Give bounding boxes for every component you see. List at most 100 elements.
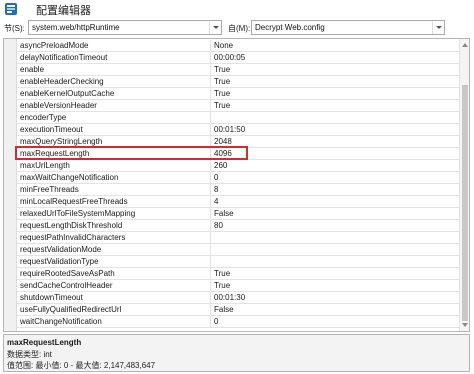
- configuration-editor-icon: [5, 3, 17, 15]
- property-value[interactable]: 80: [214, 221, 223, 230]
- property-name: enableKernelOutputCache: [20, 89, 115, 98]
- column-divider: [210, 160, 211, 172]
- property-name: shutdownTimeout: [20, 293, 83, 302]
- column-divider: [210, 184, 211, 196]
- property-value[interactable]: 00:00:05: [214, 53, 245, 62]
- property-row[interactable]: executionTimeout 00:01:50: [17, 124, 460, 136]
- property-row[interactable]: minFreeThreads 8: [17, 184, 460, 196]
- property-name: maxRequestLength: [20, 149, 90, 158]
- property-row[interactable]: asyncPreloadMode None: [17, 40, 460, 52]
- property-name: minLocalRequestFreeThreads: [20, 197, 128, 206]
- property-value[interactable]: 00:01:50: [214, 125, 245, 134]
- property-name: requestValidationMode: [20, 245, 102, 254]
- property-value[interactable]: 2048: [214, 137, 232, 146]
- property-row[interactable]: requireRootedSaveAsPath True: [17, 268, 460, 280]
- column-divider: [210, 64, 211, 76]
- property-name: maxUrlLength: [20, 161, 70, 170]
- property-row[interactable]: enableHeaderChecking True: [17, 76, 460, 88]
- property-value[interactable]: True: [214, 77, 230, 86]
- property-name: enableVersionHeader: [20, 101, 97, 110]
- property-name: relaxedUrlToFileSystemMapping: [20, 209, 136, 218]
- column-divider: [210, 232, 211, 244]
- property-name: requireRootedSaveAsPath: [20, 269, 115, 278]
- column-divider: [210, 136, 211, 148]
- property-row[interactable]: requestValidationMode: [17, 244, 460, 256]
- property-name: maxQueryStringLength: [20, 137, 103, 146]
- vertical-scrollbar[interactable]: [459, 39, 469, 331]
- from-dropdown-value: Decrypt Web.config: [255, 23, 325, 32]
- property-row[interactable]: requestLengthDiskThreshold 80: [17, 220, 460, 232]
- column-divider: [210, 100, 211, 112]
- property-row[interactable]: sendCacheControlHeader True: [17, 280, 460, 292]
- property-value[interactable]: True: [214, 89, 230, 98]
- section-dropdown[interactable]: system.web/httpRuntime: [28, 20, 222, 35]
- property-name: enableHeaderChecking: [20, 77, 104, 86]
- property-row[interactable]: maxQueryStringLength 2048: [17, 136, 460, 148]
- property-name: waitChangeNotification: [20, 317, 102, 326]
- column-divider: [210, 292, 211, 304]
- chevron-down-icon[interactable]: [209, 21, 221, 34]
- from-label: 自(M):: [228, 24, 251, 33]
- property-value[interactable]: 0: [214, 173, 218, 182]
- property-value[interactable]: 260: [214, 161, 227, 170]
- chevron-down-icon[interactable]: [432, 21, 444, 34]
- property-row[interactable]: useFullyQualifiedRedirectUrl False: [17, 304, 460, 316]
- property-row[interactable]: relaxedUrlToFileSystemMapping False: [17, 208, 460, 220]
- property-value[interactable]: True: [214, 281, 230, 290]
- property-name: executionTimeout: [20, 125, 83, 134]
- property-row[interactable]: maxWaitChangeNotification 0: [17, 172, 460, 184]
- column-divider: [210, 124, 211, 136]
- property-name: delayNotificationTimeout: [20, 53, 108, 62]
- column-divider: [210, 76, 211, 88]
- title-bar: 配置编辑器: [0, 0, 474, 18]
- property-value[interactable]: 0: [214, 317, 218, 326]
- property-value[interactable]: 4096: [214, 149, 232, 158]
- property-value[interactable]: False: [214, 305, 234, 314]
- window-title: 配置编辑器: [36, 5, 91, 17]
- property-row[interactable]: encoderType: [17, 112, 460, 124]
- column-divider: [210, 280, 211, 292]
- property-row[interactable]: maxRequestLength 4096: [17, 148, 460, 160]
- property-value[interactable]: True: [214, 101, 230, 110]
- property-row[interactable]: minLocalRequestFreeThreads 4: [17, 196, 460, 208]
- property-name: enable: [20, 65, 45, 74]
- property-row[interactable]: maxUrlLength 260: [17, 160, 460, 172]
- section-label: 节(S):: [4, 24, 25, 33]
- from-dropdown[interactable]: Decrypt Web.config: [251, 20, 445, 35]
- property-row[interactable]: enableVersionHeader True: [17, 100, 460, 112]
- property-value[interactable]: True: [214, 65, 230, 74]
- property-value[interactable]: None: [214, 41, 233, 50]
- property-row[interactable]: enable True: [17, 64, 460, 76]
- property-name: requestValidationType: [20, 257, 99, 266]
- description-title: maxRequestLength: [7, 338, 82, 347]
- property-row[interactable]: enableKernelOutputCache True: [17, 88, 460, 100]
- property-name: useFullyQualifiedRedirectUrl: [20, 305, 122, 314]
- property-grid[interactable]: asyncPreloadMode None delayNotificationTim…: [3, 38, 470, 332]
- column-divider: [210, 244, 211, 256]
- section-dropdown-value: system.web/httpRuntime: [32, 23, 120, 32]
- column-divider: [210, 196, 211, 208]
- property-row[interactable]: shutdownTimeout 00:01:30: [17, 292, 460, 304]
- property-row[interactable]: waitChangeNotification 0: [17, 316, 460, 328]
- property-value[interactable]: 4: [214, 197, 218, 206]
- property-row[interactable]: requestValidationType: [17, 256, 460, 268]
- property-name: requestLengthDiskThreshold: [20, 221, 123, 230]
- toolbar: 节(S): system.web/httpRuntime 自(M): Decry…: [0, 19, 474, 37]
- property-name: maxWaitChangeNotification: [20, 173, 119, 182]
- column-divider: [210, 220, 211, 232]
- description-range: 值范围: 最小值: 0 - 最大值: 2,147,483,647: [7, 361, 156, 370]
- property-row[interactable]: requestPathInvalidCharacters: [17, 232, 460, 244]
- property-value[interactable]: 00:01:30: [214, 293, 245, 302]
- property-name: requestPathInvalidCharacters: [20, 233, 126, 242]
- scroll-down-icon[interactable]: [462, 323, 468, 327]
- property-value[interactable]: False: [214, 209, 234, 218]
- property-value[interactable]: 8: [214, 185, 218, 194]
- column-divider: [210, 148, 211, 160]
- row-gutter: [4, 39, 17, 331]
- property-value[interactable]: True: [214, 269, 230, 278]
- scrollbar-thumb[interactable]: [462, 85, 468, 321]
- property-row[interactable]: delayNotificationTimeout 00:00:05: [17, 52, 460, 64]
- column-divider: [210, 268, 211, 280]
- column-divider: [210, 256, 211, 268]
- scroll-up-icon[interactable]: [462, 43, 468, 47]
